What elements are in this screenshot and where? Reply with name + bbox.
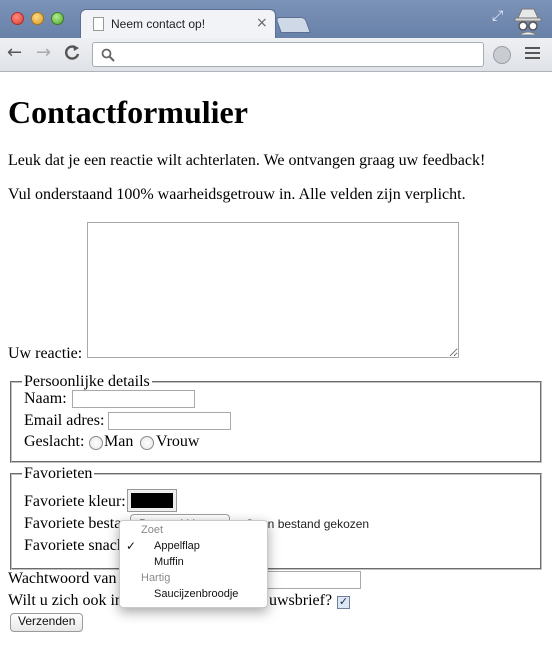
reaction-label: Uw reactie: [8,345,83,362]
maximize-window-button[interactable] [51,12,64,25]
search-icon [101,48,115,62]
dropdown-group-savory: Hartig [141,572,171,584]
reaction-textarea[interactable] [87,222,459,358]
window-titlebar: Neem contact op! × ⤢ [0,0,552,39]
back-button[interactable]: ← [7,43,22,63]
browser-toolbar: ← → [0,38,552,72]
submit-button[interactable]: Verzenden [10,613,84,632]
address-bar[interactable] [92,42,484,67]
close-icon[interactable]: × [256,15,268,31]
newsletter-label-end: uwsbrief? [269,592,333,609]
page-icon [93,17,104,31]
reload-icon [65,45,80,60]
extension-icon[interactable] [493,46,511,64]
gender-male-radio[interactable] [89,436,103,450]
tab-title: Neem contact op! [111,17,206,31]
incognito-icon [514,8,542,35]
password-label: Wachtwoord van [8,570,117,587]
file-label: Favoriete besta [24,515,122,532]
dropdown-group-sweet: Zoet [141,524,164,536]
minimize-window-button[interactable] [31,12,44,25]
tab-active[interactable]: Neem contact op! × [80,9,276,39]
selected-check-icon: ✓ [126,539,137,553]
dropdown-option-appelflap[interactable]: Appelflap [154,540,200,552]
dropdown-option-saucijzenbroodje[interactable]: Saucijzenbroodje [154,588,238,600]
email-label: Email adres: [24,412,105,429]
fullscreen-icon[interactable]: ⤢ [492,8,503,24]
snack-label: Favoriete snack [24,537,125,554]
favorites-legend: Favorieten [24,465,93,482]
email-input[interactable] [108,412,231,430]
color-picker[interactable] [127,489,177,512]
page-title: Contactformulier [8,94,248,130]
dropdown-option-muffin[interactable]: Muffin [154,556,184,568]
gender-label: Geslacht: [24,433,85,450]
gender-female-label: Vrouw [156,433,200,450]
snack-select-dropdown[interactable]: Zoet ✓ Appelflap Muffin Hartig Saucijzen… [119,520,268,608]
name-label: Naam: [24,390,67,407]
forward-button[interactable]: → [36,43,51,63]
reload-button[interactable] [64,43,80,66]
gender-male-label: Man [104,433,134,450]
name-input[interactable] [72,390,195,408]
color-label: Favoriete kleur: [24,493,126,510]
gender-female-radio[interactable] [140,436,154,450]
menu-icon[interactable] [525,47,540,62]
instructions-text: Vul onderstaand 100% waarheidsgetrouw in… [8,186,466,203]
close-window-button[interactable] [11,12,24,25]
newsletter-label-start: Wilt u zich ook in [8,592,123,609]
new-tab-button[interactable] [275,17,311,33]
personal-details-legend: Persoonlijke details [24,373,150,390]
color-swatch-fill [131,493,173,508]
newsletter-checkbox[interactable]: ✓ [337,596,350,609]
intro-text: Leuk dat je een reactie wilt achterlaten… [8,152,486,169]
